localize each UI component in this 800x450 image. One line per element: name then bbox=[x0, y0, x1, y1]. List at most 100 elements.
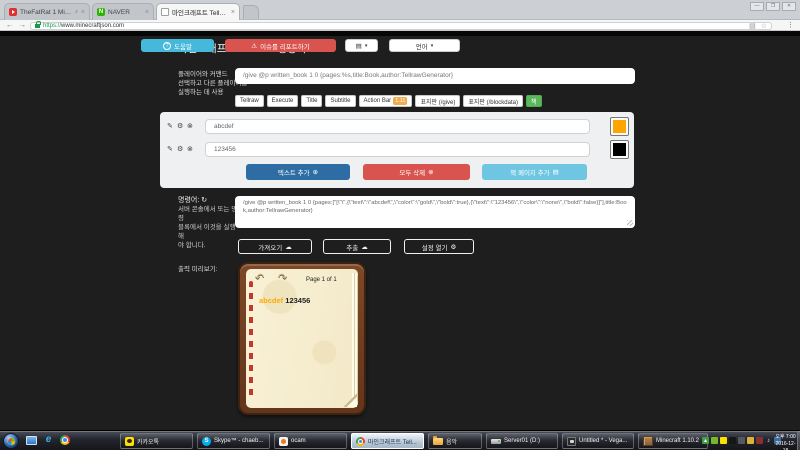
mode-buttons: Tellraw Execute Title Subtitle Action Ba… bbox=[235, 95, 542, 107]
kakaotalk-icon bbox=[125, 436, 134, 446]
book-icon: ▤ bbox=[552, 169, 559, 176]
taskbar-item-chrome-tellraw[interactable]: 마인크래프트 Tell... bbox=[351, 433, 424, 449]
taskbar-item-ocam[interactable]: ocam bbox=[274, 433, 347, 449]
bookmark-star-icon[interactable]: ☆ bbox=[761, 22, 767, 30]
report-issue-button[interactable]: ⚠ 이슈를 리포트하기 bbox=[225, 39, 336, 52]
tray-green-icon[interactable] bbox=[711, 437, 718, 444]
tellraw-generator-page: 마인크래프트 Tellraw 생성기 ? 도움말 ⚠ 이슈를 리포트하기 ▤ ▾… bbox=[0, 36, 800, 430]
browser-tab-bar: TheFatRat 1 Million ♪ × N NAVER × 마인크래프트… bbox=[0, 0, 800, 20]
mode-sign-give[interactable]: 표지판 (/give) bbox=[415, 95, 461, 107]
tab-title: 마인크래프트 Tellraw 생 bbox=[172, 10, 228, 17]
plus-icon: ⊕ bbox=[312, 169, 319, 176]
mode-execute[interactable]: Execute bbox=[266, 95, 299, 107]
help-button[interactable]: ? 도움말 bbox=[141, 39, 214, 52]
tab-naver[interactable]: N NAVER × bbox=[92, 3, 154, 20]
maximize-button[interactable]: ❐ bbox=[766, 2, 780, 11]
mode-subtitle[interactable]: Subtitle bbox=[325, 95, 356, 107]
display-settings-icon[interactable] bbox=[26, 436, 37, 445]
chevron-down-icon: ▾ bbox=[430, 42, 434, 49]
screen: TheFatRat 1 Million ♪ × N NAVER × 마인크래프트… bbox=[0, 0, 800, 450]
command-template-input[interactable]: /give @p written_book 1 0 {pages:%s,titl… bbox=[235, 68, 635, 84]
text-row-input[interactable]: abcdef bbox=[205, 119, 590, 134]
close-tab-icon[interactable]: × bbox=[231, 9, 235, 16]
color-swatch[interactable] bbox=[610, 140, 629, 159]
chrome-launcher-icon[interactable] bbox=[60, 435, 70, 445]
page-indicator: Page 1 of 1 bbox=[306, 277, 337, 283]
system-tray: ▴ ♪ bbox=[702, 437, 781, 444]
close-tab-icon[interactable]: × bbox=[145, 9, 149, 16]
taskbar-item-vegas[interactable]: Untitled * - Vega... bbox=[562, 433, 634, 449]
tray-gray-icon[interactable] bbox=[738, 437, 745, 444]
mode-book[interactable]: 책 bbox=[525, 95, 542, 107]
text-row-input[interactable]: 123456 bbox=[205, 142, 590, 157]
import-button[interactable]: 가져오기 ☁ bbox=[238, 239, 312, 254]
text-rows-panel: ✎ ⚙ ⊗ abcdef ✎ ⚙ ⊗ 123456 텍스트 추가 ⊕ 모두 삭제… bbox=[160, 112, 634, 188]
internet-explorer-icon[interactable]: e bbox=[43, 434, 54, 445]
command-note: 서버 콘솔에서 또는 명령 블록에서 이것을 실행 해 야 합니다. bbox=[178, 206, 238, 249]
preview-label: 출력 미리보기: bbox=[178, 266, 218, 273]
tab-tellraw-active[interactable]: 마인크래프트 Tellraw 생 × bbox=[156, 3, 240, 20]
new-tab-button[interactable] bbox=[243, 5, 259, 19]
delete-all-button[interactable]: 모두 삭제 ⊗ bbox=[363, 164, 470, 180]
tray-shield-icon[interactable] bbox=[747, 437, 754, 444]
close-window-button[interactable]: ✕ bbox=[782, 2, 796, 11]
tray-red-icon[interactable] bbox=[756, 437, 763, 444]
page-forward-arrow-icon[interactable]: ↷ bbox=[278, 272, 287, 284]
minimize-button[interactable]: — bbox=[750, 2, 764, 11]
color-swatch[interactable] bbox=[610, 117, 629, 136]
chevron-down-icon: ▾ bbox=[364, 42, 368, 49]
gear-icon: ⚙ bbox=[450, 243, 457, 251]
page-back-arrow-icon[interactable]: ↶ bbox=[255, 272, 264, 284]
forward-icon[interactable]: → bbox=[19, 22, 26, 29]
mode-title[interactable]: Title bbox=[301, 95, 323, 107]
edit-icon[interactable]: ✎ bbox=[167, 145, 173, 153]
add-text-button[interactable]: 텍스트 추가 ⊕ bbox=[246, 164, 350, 180]
command-label: 명령어: ↻ bbox=[178, 197, 208, 204]
open-settings-button[interactable]: 설정 열기 ⚙ bbox=[404, 239, 474, 254]
browser-menu-icon[interactable]: ⋮ bbox=[787, 21, 794, 29]
version-badge: 1.11 bbox=[393, 97, 408, 105]
book-text-black: 123456 bbox=[283, 296, 311, 305]
remove-row-icon[interactable]: ⊗ bbox=[187, 145, 193, 153]
translate-icon[interactable]: ▤ bbox=[749, 22, 756, 30]
gear-icon[interactable]: ⚙ bbox=[177, 122, 183, 130]
audio-icon: ♪ bbox=[74, 9, 78, 15]
url-field[interactable]: https:// www.minecraftjson.com ▤ ☆ bbox=[30, 20, 772, 30]
warning-icon: ⚠ bbox=[251, 42, 258, 50]
windows-taskbar: e 카카오톡 S Skype™ - chaeb... ocam 마인크래프트 T… bbox=[0, 430, 800, 450]
close-tab-icon[interactable]: × bbox=[81, 9, 85, 16]
taskbar-item-music-folder[interactable]: 음악 bbox=[428, 433, 482, 449]
language-button[interactable]: 언어 ▾ bbox=[389, 39, 460, 52]
edit-icon[interactable]: ✎ bbox=[167, 122, 173, 130]
add-book-page-button[interactable]: 책 페이지 추가 ▤ bbox=[482, 164, 587, 180]
taskbar-item-server-drive[interactable]: Server01 (D:) bbox=[486, 433, 558, 449]
export-button[interactable]: 추출 ☁ bbox=[323, 239, 391, 254]
tab-thefatrat[interactable]: TheFatRat 1 Million ♪ × bbox=[4, 3, 90, 20]
tray-kakao-icon[interactable] bbox=[720, 437, 727, 444]
book-preview: ↶ ↷ Page 1 of 1 abcdef 123456 bbox=[238, 262, 366, 415]
refresh-icon[interactable]: ↻ bbox=[201, 197, 207, 204]
cloud-upload-icon: ☁ bbox=[285, 243, 292, 251]
url-host: www.minecraftjson.com bbox=[61, 22, 125, 29]
tray-update-icon[interactable]: ▴ bbox=[702, 437, 709, 444]
vegas-icon bbox=[567, 436, 576, 446]
remove-row-icon[interactable]: ⊗ bbox=[187, 122, 193, 130]
back-icon[interactable]: ← bbox=[6, 22, 13, 29]
command-output-textarea[interactable]: /give @p written_book 1 0 {pages:["[\"\"… bbox=[235, 196, 635, 228]
mode-tellraw[interactable]: Tellraw bbox=[235, 95, 264, 107]
taskbar-item-minecraft[interactable]: Minecraft 1.10.2 bbox=[638, 433, 708, 449]
gear-icon[interactable]: ⚙ bbox=[177, 145, 183, 153]
list-icon: ▤ bbox=[355, 42, 362, 50]
tray-black-icon[interactable] bbox=[729, 437, 736, 444]
taskbar-item-skype[interactable]: S Skype™ - chaeb... bbox=[197, 433, 270, 449]
mode-sign-blockdata[interactable]: 표지판 (/blockdata) bbox=[463, 95, 523, 107]
generator-menu-button[interactable]: ▤ ▾ bbox=[345, 39, 378, 52]
volume-icon[interactable]: ♪ bbox=[765, 437, 772, 444]
mode-actionbar[interactable]: Action Bar 1.11 bbox=[358, 95, 413, 107]
start-button[interactable] bbox=[3, 433, 19, 449]
taskbar-clock[interactable]: 오후 7:00 2016-12-18 bbox=[774, 434, 797, 450]
page-curl bbox=[343, 393, 357, 407]
taskbar-item-kakaotalk[interactable]: 카카오톡 bbox=[120, 433, 193, 449]
page-edge bbox=[352, 273, 358, 404]
youtube-icon bbox=[9, 8, 17, 16]
